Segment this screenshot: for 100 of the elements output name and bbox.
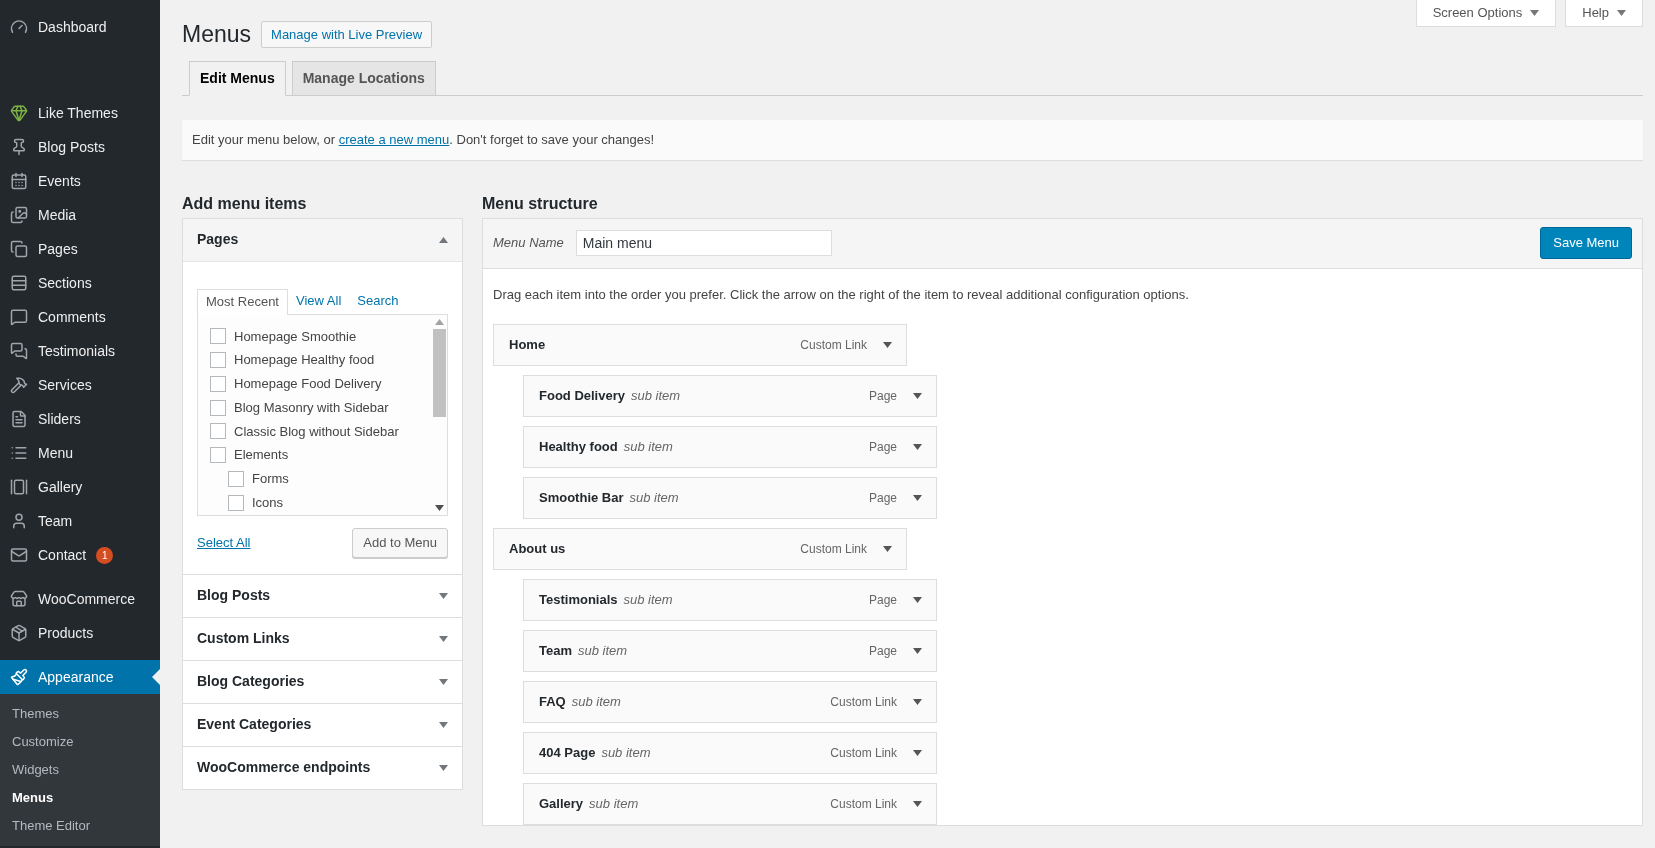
screen-options-button[interactable]: Screen Options xyxy=(1415,0,1557,27)
sub-item-note: sub item xyxy=(589,795,639,814)
menu-item-bar[interactable]: Gallery sub item Custom Link xyxy=(523,783,937,825)
page-label: Homepage Healthy food xyxy=(234,351,375,370)
section-heading: Add menu items xyxy=(182,193,308,214)
gallery-icon xyxy=(10,478,28,496)
menu-item-bar[interactable]: Smoothie Bar sub item Page xyxy=(523,477,937,519)
menu-item-title: Testimonials xyxy=(539,591,618,610)
caret-icon xyxy=(439,764,448,771)
page-label: Homepage Food Delivery xyxy=(234,375,382,394)
menu-item-bar[interactable]: 404 Page sub item Custom Link xyxy=(523,732,937,774)
list-icon xyxy=(10,444,28,462)
menu-item-bar[interactable]: Food Delivery sub item Page xyxy=(523,375,937,417)
page-title: Menus xyxy=(182,20,252,49)
count-badge: 1 xyxy=(96,546,114,564)
sub-item-note: sub item xyxy=(578,642,628,661)
sidebar-item[interactable]: Team xyxy=(0,504,160,538)
collapse-arrow-icon xyxy=(434,318,444,325)
accordion-title: Pages xyxy=(197,230,239,249)
box-icon xyxy=(10,624,28,642)
accordion-title: Blog Posts xyxy=(197,586,271,605)
menu-item-title: Gallery xyxy=(539,795,584,814)
sub-item-note: sub item xyxy=(630,387,681,406)
caret-icon xyxy=(913,495,922,501)
accordion-title: Blog Categories xyxy=(197,672,305,691)
menu-item-bar[interactable]: FAQ sub item Custom Link xyxy=(523,681,937,723)
sidebar-item[interactable]: Menu xyxy=(0,436,160,470)
sub-item-note: sub item xyxy=(623,438,673,457)
sidebar-item[interactable]: WooCommerce xyxy=(0,582,160,616)
menu-item-type: Custom Link xyxy=(800,337,867,354)
menu-item-title: Team xyxy=(539,642,572,661)
menu-item-bar[interactable]: Testimonials sub item Page xyxy=(523,579,937,621)
caret-icon xyxy=(913,801,922,807)
menu-item-type: Page xyxy=(868,388,897,405)
sidebar-item[interactable]: Comments xyxy=(0,300,160,334)
checkbox[interactable] xyxy=(228,470,244,487)
dashboard-gauge-icon xyxy=(10,18,28,36)
submenu-item[interactable]: Theme Editor xyxy=(0,812,160,840)
checkbox[interactable] xyxy=(210,375,226,392)
calendar-icon xyxy=(10,172,28,190)
panel-tab[interactable]: Search xyxy=(349,287,407,314)
speech-bubbles-icon xyxy=(10,342,28,360)
sidebar-item[interactable]: Sections xyxy=(0,266,160,300)
menu-item-bar[interactable]: Healthy food sub item Page xyxy=(523,426,937,468)
submenu-item[interactable]: Widgets xyxy=(0,756,160,784)
panel-tab[interactable]: Most Recent xyxy=(197,288,288,315)
save-menu-button[interactable]: Save Menu xyxy=(1540,227,1632,259)
notice-text: Edit your menu below, or create a new menu. Don't forget to save your changes! xyxy=(192,130,655,149)
pages-icon xyxy=(10,240,28,258)
current-pointer-icon xyxy=(152,669,160,685)
sidebar-item[interactable]: Services xyxy=(0,368,160,402)
sidebar-item[interactable]: Products xyxy=(0,616,160,650)
menu-item-bar[interactable]: Team sub item Page xyxy=(523,630,937,672)
sidebar-item[interactable]: Like Themes xyxy=(0,96,160,130)
submenu-item[interactable]: Customize xyxy=(0,728,160,756)
sidebar-item[interactable]: Contact 1 xyxy=(0,538,160,572)
live-preview-button[interactable]: Manage with Live Preview xyxy=(261,20,433,48)
page-label: Elements xyxy=(234,446,289,465)
envelope-icon xyxy=(10,546,28,564)
menu-item-title: Healthy food xyxy=(539,438,618,457)
caret-icon xyxy=(439,721,448,728)
accordion-title: Custom Links xyxy=(197,629,290,648)
menu-item-bar[interactable]: Home Custom Link xyxy=(493,324,907,366)
caret-icon xyxy=(913,699,922,705)
accordion-header[interactable]: Pages xyxy=(183,218,462,261)
panel-tab[interactable]: View All xyxy=(288,287,350,314)
sidebar-item[interactable]: Testimonials xyxy=(0,334,160,368)
sidebar-item[interactable]: Media xyxy=(0,198,160,232)
sidebar-item[interactable]: Blog Posts xyxy=(0,130,160,164)
submenu-item[interactable]: Menus xyxy=(0,784,160,812)
sub-item-note: sub item xyxy=(623,591,673,610)
checkbox[interactable] xyxy=(228,494,244,511)
document-icon xyxy=(10,410,28,428)
sidebar-item[interactable]: Events xyxy=(0,164,160,198)
checkbox[interactable] xyxy=(210,328,226,345)
caret-icon xyxy=(439,635,448,642)
checkbox[interactable] xyxy=(210,352,226,369)
caret-icon xyxy=(1617,10,1626,16)
section-heading: Menu structure xyxy=(482,193,599,214)
person-icon xyxy=(10,512,28,530)
menu-item-type: Custom Link xyxy=(830,796,897,813)
menu-item-type: Page xyxy=(868,592,897,609)
sidebar-item[interactable]: Sliders xyxy=(0,402,160,436)
sidebar-item[interactable]: Dashboard xyxy=(0,10,160,44)
checkbox[interactable] xyxy=(210,447,226,464)
sidebar-item[interactable]: Pages xyxy=(0,232,160,266)
nav-tab[interactable]: Edit Menus xyxy=(189,60,286,96)
nav-tab[interactable]: Manage Locations xyxy=(291,60,436,96)
menu-item-title: Home xyxy=(509,336,546,355)
add-to-menu-button[interactable]: Add to Menu xyxy=(352,527,448,558)
submenu-item[interactable]: Themes xyxy=(0,700,160,728)
checkbox[interactable] xyxy=(210,399,226,416)
sidebar-item[interactable]: Gallery xyxy=(0,470,160,504)
checkbox[interactable] xyxy=(210,423,226,440)
select-all-link[interactable]: Select All xyxy=(197,532,251,553)
caret-icon xyxy=(439,592,448,599)
menu-item-bar[interactable]: About us Custom Link xyxy=(493,528,907,570)
sidebar-item[interactable]: Appearance xyxy=(0,660,160,694)
help-button[interactable]: Help xyxy=(1565,0,1643,27)
menu-name-field[interactable]: Main menu xyxy=(575,230,832,256)
